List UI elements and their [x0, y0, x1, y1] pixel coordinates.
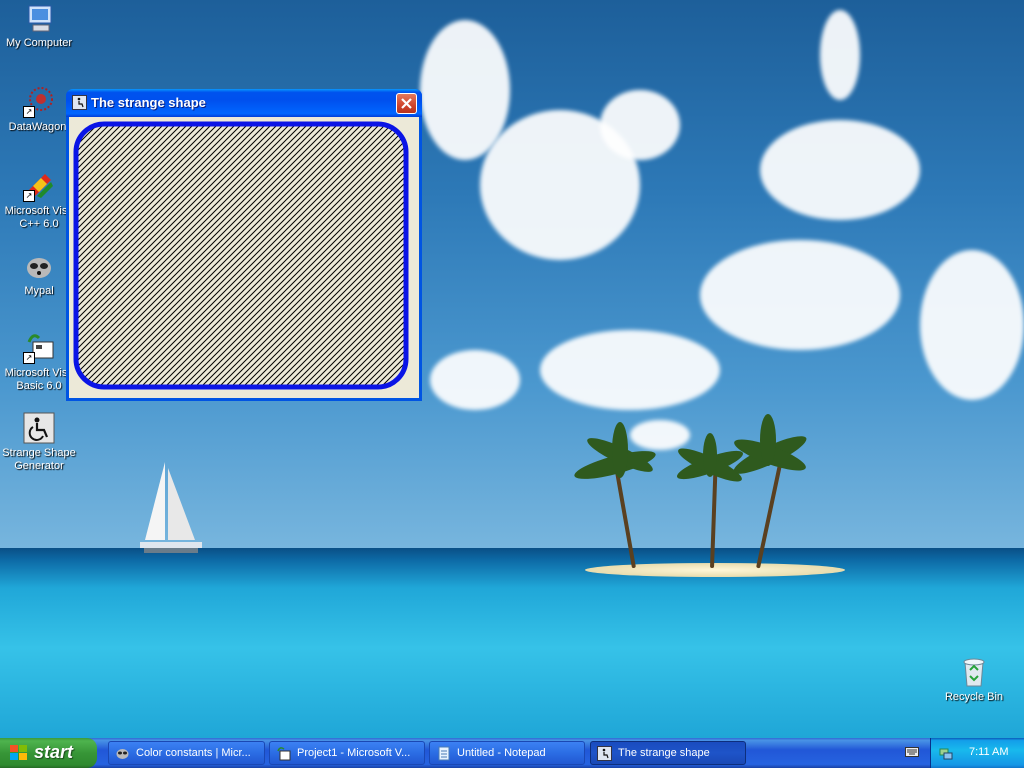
strange-shape-window[interactable]: The strange shape: [66, 89, 422, 401]
desktop-icon-label: Recycle Bin: [944, 691, 1004, 703]
island: [585, 563, 845, 577]
strange-shape-canvas: [73, 121, 409, 390]
network-icon[interactable]: [939, 746, 953, 760]
close-icon: [401, 98, 412, 109]
taskbar: start Color constants | Micr... Project1…: [0, 738, 1024, 768]
visual-cpp-icon: ↗: [23, 170, 55, 202]
shortcut-arrow-icon: ↗: [23, 190, 35, 202]
desktop-icon-label: Mypal: [24, 285, 54, 297]
rounded-hatched-shape: [73, 121, 409, 390]
task-color-constants[interactable]: Color constants | Micr...: [108, 741, 265, 765]
clock[interactable]: 7:11 AM: [969, 746, 1009, 758]
recycle-bin-icon: [958, 656, 990, 688]
desktop-icon-label: My Computer: [5, 37, 73, 49]
windows-logo-icon: [10, 745, 28, 761]
close-button[interactable]: [396, 93, 417, 114]
desktop-icon-label: DataWagon.: [8, 121, 70, 133]
window-title: The strange shape: [91, 95, 206, 110]
sailboat: [140, 462, 202, 553]
desktop-icon-label: Strange Shape Generator: [2, 447, 76, 472]
start-button[interactable]: start: [0, 738, 97, 768]
shortcut-arrow-icon: ↗: [23, 352, 35, 364]
desktop-icon-label: Microsoft Visu C++ 6.0: [4, 205, 74, 230]
keyboard-icon[interactable]: [905, 745, 919, 759]
sea-background: [0, 548, 1024, 738]
window-titlebar[interactable]: The strange shape: [66, 89, 422, 117]
task-strange-shape[interactable]: The strange shape: [590, 741, 746, 765]
system-tray: 7:11 AM: [930, 738, 1024, 768]
datawagon-icon: ↗: [23, 86, 55, 118]
start-label: start: [34, 742, 74, 762]
raccoon-icon: [23, 250, 55, 282]
desktop-icon-recycle-bin[interactable]: Recycle Bin: [935, 656, 1013, 704]
task-label: The strange shape: [618, 747, 710, 759]
task-label: Color constants | Micr...: [136, 747, 251, 759]
desktop-icon-my-computer[interactable]: My Computer: [0, 2, 78, 50]
task-project1[interactable]: Project1 - Microsoft V...: [269, 741, 425, 765]
accessibility-icon: [23, 412, 55, 444]
shortcut-arrow-icon: ↗: [23, 106, 35, 118]
task-label: Untitled - Notepad: [457, 747, 546, 759]
window-client-area: [69, 117, 419, 398]
task-notepad[interactable]: Untitled - Notepad: [429, 741, 585, 765]
visual-basic-icon: ↗: [23, 332, 55, 364]
desktop-icon-strange-shape-generator[interactable]: Strange Shape Generator: [0, 412, 78, 473]
visual-basic-icon: [277, 747, 291, 761]
computer-icon: [23, 2, 55, 34]
desktop-icon-label: Microsoft Visu Basic 6.0: [4, 367, 74, 392]
raccoon-icon: [116, 749, 129, 759]
accessibility-icon: [597, 746, 612, 761]
task-label: Project1 - Microsoft V...: [297, 747, 411, 759]
palm-leaves: [574, 414, 807, 482]
notepad-icon: [438, 746, 450, 761]
app-icon: [72, 95, 87, 110]
